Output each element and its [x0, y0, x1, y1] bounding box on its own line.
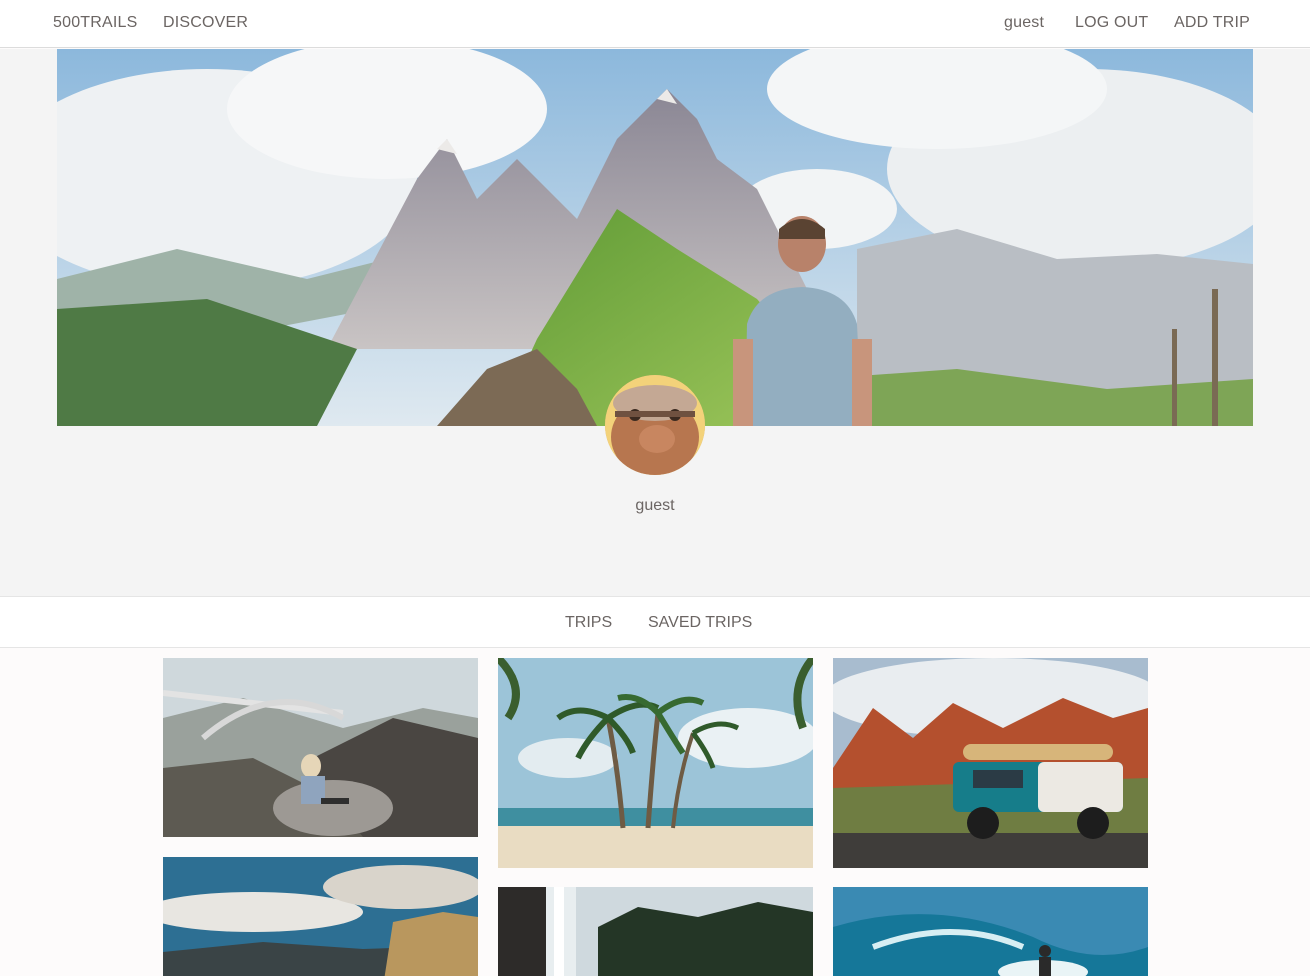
trip-card-cliff[interactable] — [163, 857, 478, 976]
trip-card-desert-jeep[interactable] — [833, 658, 1148, 868]
profile-header: guest — [0, 49, 1310, 596]
surfer-wave-photo — [833, 887, 1148, 976]
desert-jeep-photo — [833, 658, 1148, 868]
top-navbar: 500TRAILS DISCOVER guest LOG OUT ADD TRI… — [0, 0, 1310, 48]
trip-card-waterfall[interactable] — [498, 887, 813, 976]
palm-beach-photo — [498, 658, 813, 868]
cliff-clouds-photo — [163, 857, 478, 976]
user-link[interactable]: guest — [1004, 14, 1044, 32]
avatar[interactable] — [605, 375, 705, 475]
profile-tabs: TRIPS SAVED TRIPS — [0, 596, 1310, 648]
waterfall-forest-photo — [498, 887, 813, 976]
discover-link[interactable]: DISCOVER — [163, 14, 248, 32]
logout-link[interactable]: LOG OUT — [1075, 14, 1148, 32]
trip-card-surfer[interactable] — [833, 887, 1148, 976]
trip-card-palm-beach[interactable] — [498, 658, 813, 868]
bridge-coast-photo — [163, 658, 478, 837]
profile-username: guest — [635, 497, 675, 514]
tab-saved-trips[interactable]: SAVED TRIPS — [648, 614, 752, 632]
tab-trips[interactable]: TRIPS — [565, 614, 612, 632]
add-trip-link[interactable]: ADD TRIP — [1174, 14, 1250, 32]
cover-photo — [57, 49, 1253, 426]
trip-card-bridge[interactable] — [163, 658, 478, 837]
trips-grid — [0, 648, 1310, 976]
brand-link[interactable]: 500TRAILS — [53, 14, 138, 32]
